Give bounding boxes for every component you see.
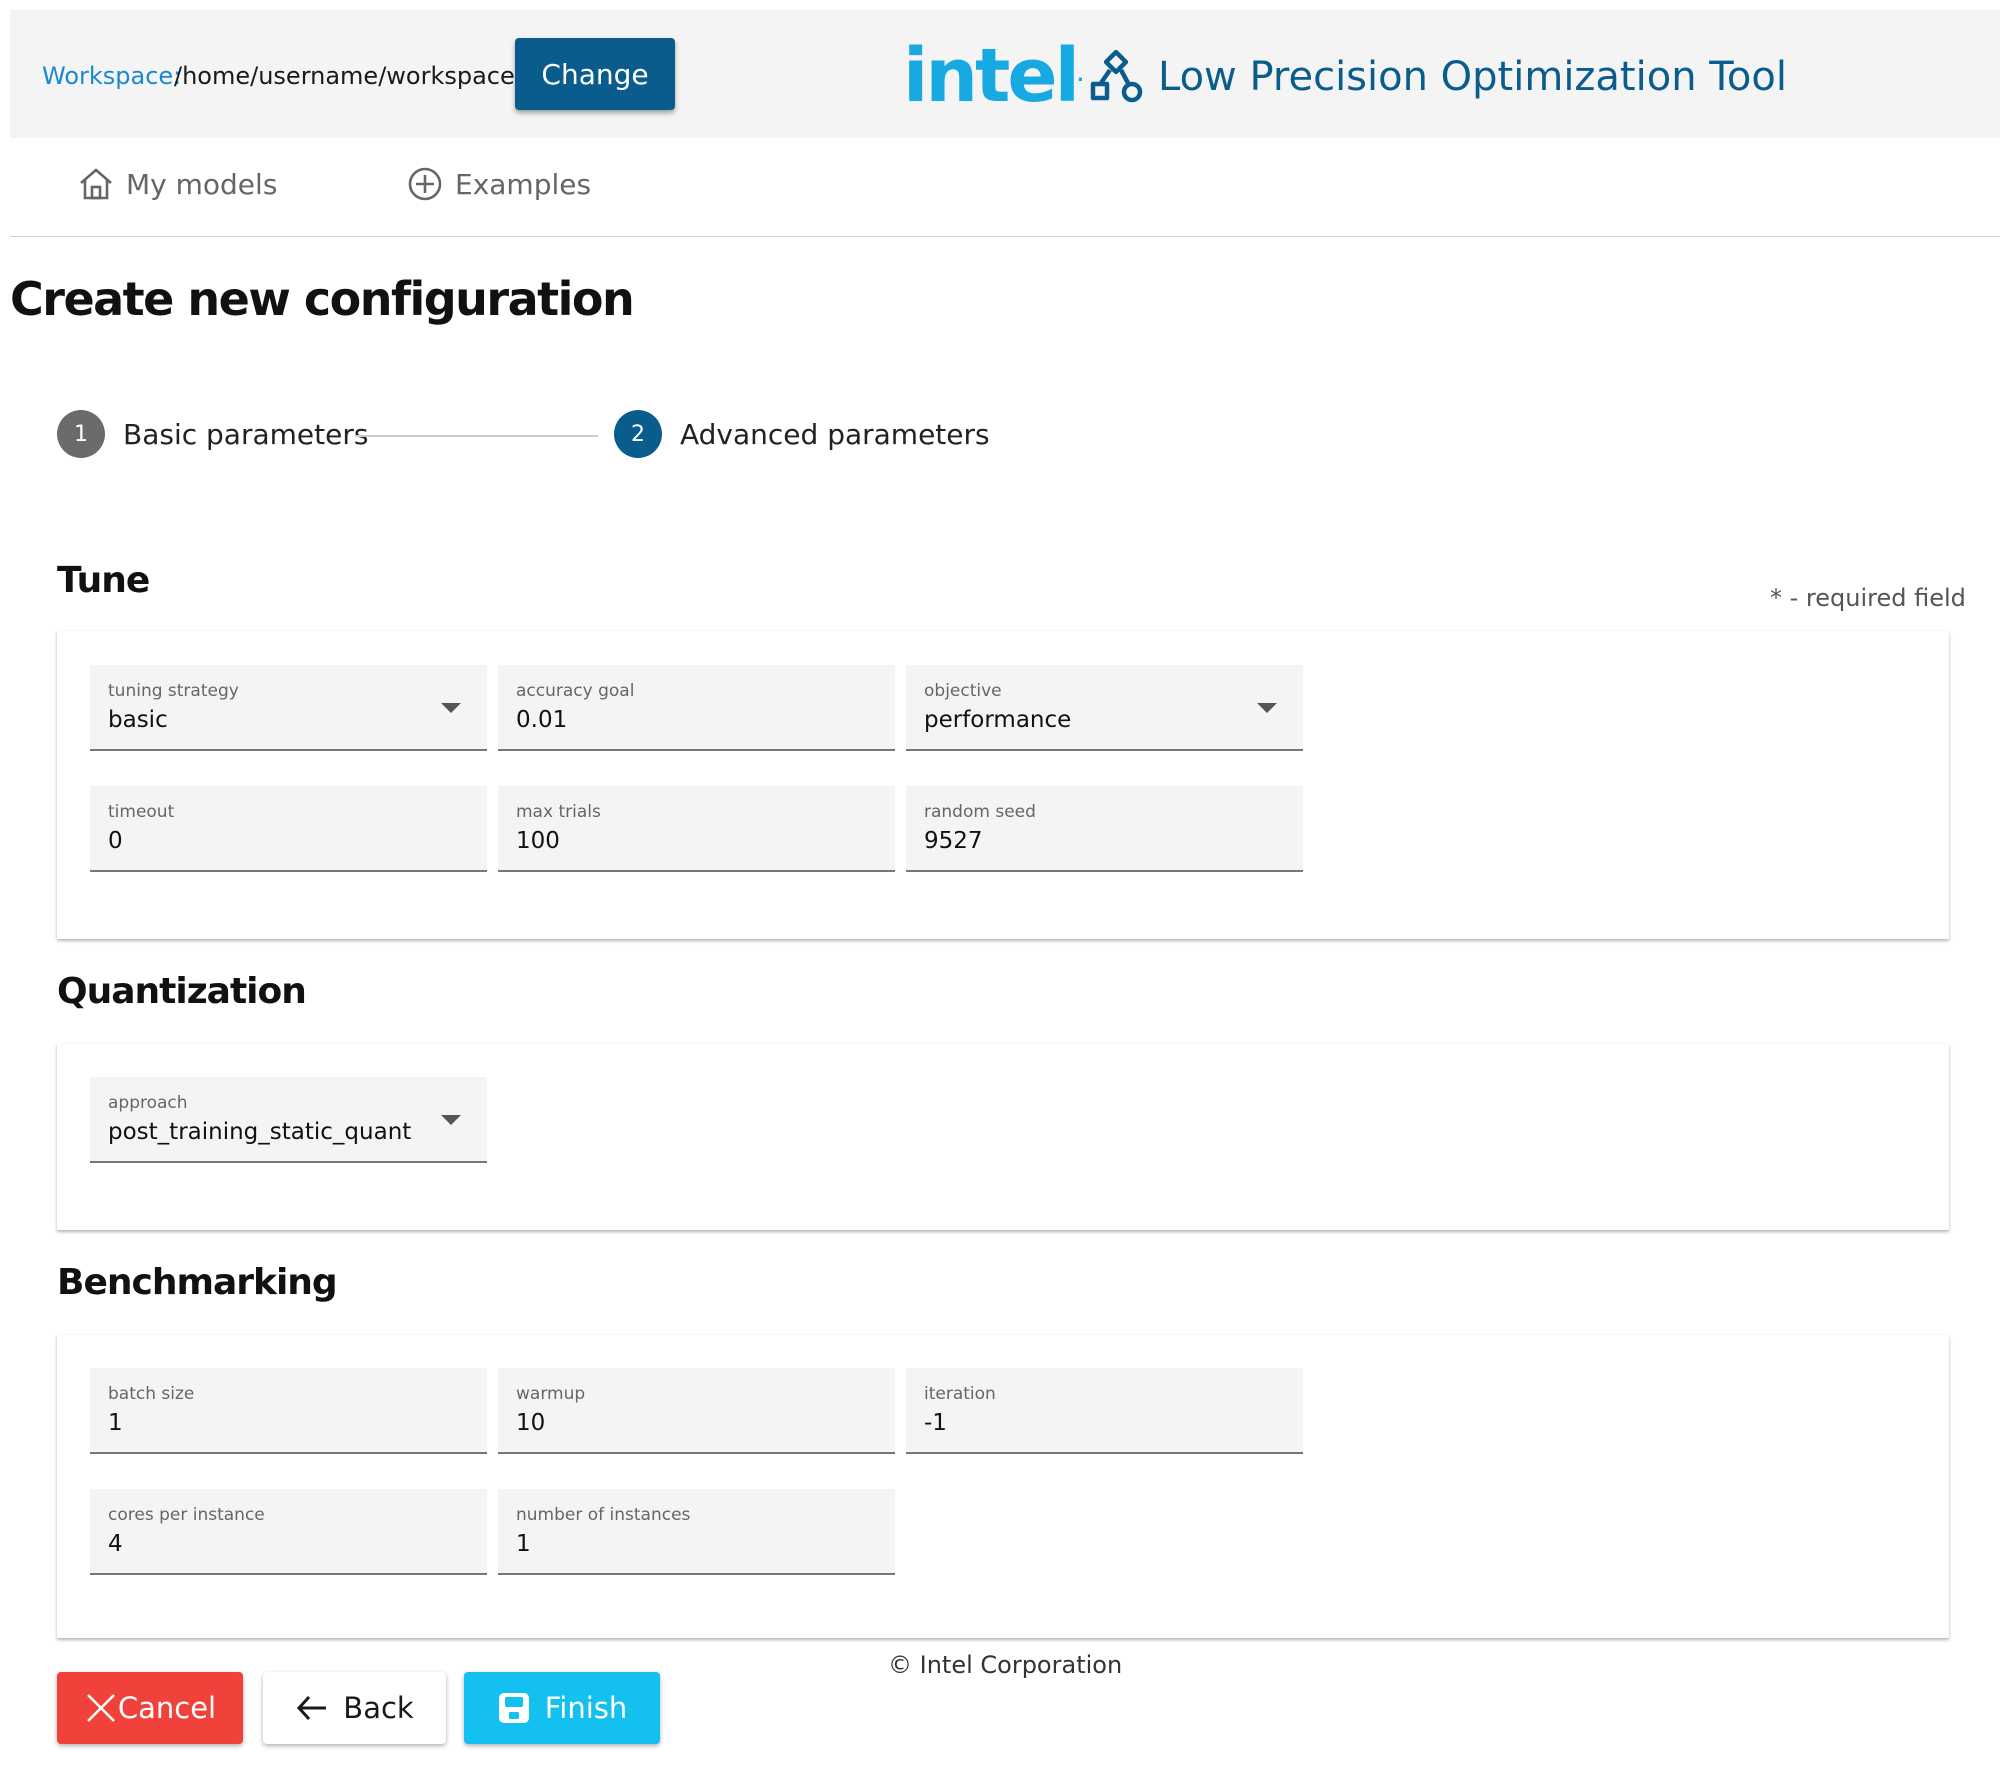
field-label: random seed: [924, 802, 1036, 822]
field-label: approach: [108, 1093, 188, 1113]
close-icon: [86, 1694, 115, 1722]
field-value: performance: [924, 707, 1072, 733]
nav-my-models[interactable]: My models: [78, 166, 277, 202]
app-header: Workspace: /home/username/workspace Chan…: [10, 10, 2000, 138]
field-value: 0.01: [516, 707, 568, 733]
field-label: warmup: [516, 1384, 586, 1404]
quantization-card: approach post_training_static_quant: [57, 1044, 1949, 1230]
main-nav: My models Examples: [10, 138, 2000, 237]
tuning-strategy-select[interactable]: tuning strategy basic: [90, 665, 487, 751]
nav-label: My models: [126, 167, 278, 201]
field-value: 4: [108, 1531, 123, 1557]
button-label: Cancel: [117, 1691, 217, 1725]
random-seed-field[interactable]: random seed 9527: [906, 786, 1303, 872]
stepper-connector: [355, 435, 598, 437]
section-title-quantization: Quantization: [57, 971, 307, 1012]
field-label: timeout: [108, 802, 175, 822]
field-label: cores per instance: [108, 1505, 265, 1525]
copyright-text: © Intel Corporation: [888, 1651, 1123, 1679]
field-value: 1: [516, 1531, 531, 1557]
section-title-tune: Tune: [57, 560, 150, 601]
finish-button[interactable]: Finish: [464, 1672, 660, 1744]
step-label: Advanced parameters: [680, 417, 990, 451]
tune-card: tuning strategy basic accuracy goal 0.01…: [57, 631, 1949, 939]
field-value: 9527: [924, 828, 983, 854]
field-value: -1: [924, 1410, 947, 1436]
home-icon: [80, 168, 112, 200]
field-label: max trials: [516, 802, 601, 822]
cancel-button[interactable]: Cancel: [57, 1672, 243, 1744]
max-trials-field[interactable]: max trials 100: [498, 786, 895, 872]
app-title: Low Precision Optimization Tool: [1158, 54, 1787, 100]
section-title-benchmarking: Benchmarking: [57, 1262, 338, 1303]
field-value: 1: [108, 1410, 123, 1436]
nav-examples[interactable]: Examples: [407, 166, 591, 202]
iteration-field[interactable]: iteration -1: [906, 1368, 1303, 1454]
back-button[interactable]: Back: [263, 1672, 446, 1744]
step-basic-parameters[interactable]: 1 Basic parameters: [57, 410, 368, 458]
field-value: 10: [516, 1410, 546, 1436]
field-value: 0: [108, 828, 123, 854]
step-number: 2: [614, 410, 662, 458]
field-label: accuracy goal: [516, 681, 635, 701]
step-advanced-parameters[interactable]: 2 Advanced parameters: [614, 410, 990, 458]
dropdown-arrow-icon: [441, 1115, 461, 1125]
button-label: Back: [343, 1691, 414, 1725]
dropdown-arrow-icon: [441, 703, 461, 713]
field-label: batch size: [108, 1384, 195, 1404]
field-label: objective: [924, 681, 1002, 701]
page-title: Create new configuration: [10, 272, 635, 326]
nav-label: Examples: [455, 167, 592, 201]
button-label: Finish: [544, 1691, 628, 1725]
field-value: 100: [516, 828, 560, 854]
plus-circle-icon: [408, 167, 442, 201]
workspace-path: /home/username/workspace: [174, 62, 515, 90]
objective-select[interactable]: objective performance: [906, 665, 1303, 751]
benchmarking-card: batch size 1 warmup 10 iteration -1 core…: [57, 1335, 1949, 1638]
arrow-left-icon: [297, 1695, 327, 1721]
workspace-label: Workspace:: [42, 62, 182, 90]
required-field-note: * - required field: [1770, 584, 1966, 612]
field-value: basic: [108, 707, 168, 733]
field-value: post_training_static_quant: [108, 1119, 412, 1145]
step-label: Basic parameters: [123, 417, 369, 451]
warmup-field[interactable]: warmup 10: [498, 1368, 895, 1454]
number-of-instances-field[interactable]: number of instances 1: [498, 1489, 895, 1575]
field-label: tuning strategy: [108, 681, 239, 701]
approach-select[interactable]: approach post_training_static_quant: [90, 1077, 487, 1163]
shapes-icon: [1090, 50, 1143, 103]
intel-logo: intel.: [903, 33, 1084, 119]
batch-size-field[interactable]: batch size 1: [90, 1368, 487, 1454]
accuracy-goal-field[interactable]: accuracy goal 0.01: [498, 665, 895, 751]
change-workspace-button[interactable]: Change: [515, 38, 675, 110]
field-label: iteration: [924, 1384, 996, 1404]
cores-per-instance-field[interactable]: cores per instance 4: [90, 1489, 487, 1575]
save-icon: [498, 1693, 529, 1723]
field-label: number of instances: [516, 1505, 691, 1525]
dropdown-arrow-icon: [1257, 703, 1277, 713]
step-number: 1: [57, 410, 105, 458]
timeout-field[interactable]: timeout 0: [90, 786, 487, 872]
